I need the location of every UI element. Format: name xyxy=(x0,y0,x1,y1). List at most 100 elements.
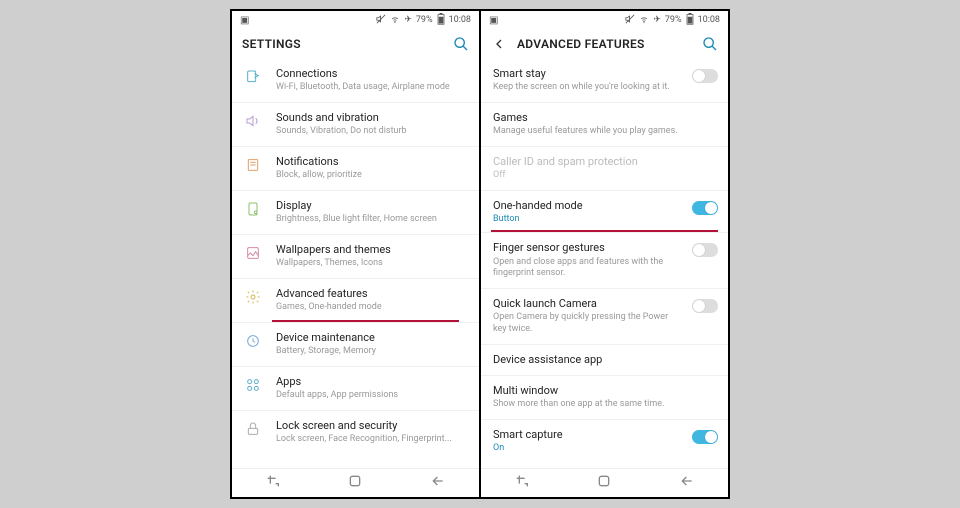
search-icon[interactable] xyxy=(453,36,469,52)
toggle-finger-sensor[interactable] xyxy=(692,243,718,257)
row-title: Smart stay xyxy=(493,67,676,81)
row-sub: Wallpapers, Themes, Icons xyxy=(276,258,469,270)
row-multi-window[interactable]: Multi window Show more than one app at t… xyxy=(481,376,728,420)
row-display[interactable]: Display Brightness, Blue light filter, H… xyxy=(232,191,479,235)
row-wallpapers[interactable]: Wallpapers and themes Wallpapers, Themes… xyxy=(232,235,479,279)
highlight-underline xyxy=(272,320,459,322)
advanced-list: Smart stay Keep the screen on while you'… xyxy=(481,59,728,468)
row-sub: Lock screen, Face Recognition, Fingerpri… xyxy=(276,434,469,446)
row-title: Multi window xyxy=(493,384,714,398)
airplane-icon: ✈ xyxy=(653,15,661,25)
nav-bar xyxy=(232,468,479,497)
header: SETTINGS xyxy=(232,29,479,59)
row-sub: Battery, Storage, Memory xyxy=(276,346,469,358)
connections-icon xyxy=(242,67,264,85)
row-sub: Sounds, Vibration, Do not disturb xyxy=(276,126,469,138)
row-value: Button xyxy=(493,214,676,224)
back-icon[interactable] xyxy=(491,36,507,52)
row-games[interactable]: Games Manage useful features while you p… xyxy=(481,103,728,147)
row-title: Finger sensor gestures xyxy=(493,241,676,255)
advanced-features-screen: ▣ ✈ 79% 10:08 ADVANCED FEATURES xyxy=(481,11,728,497)
wifi-icon xyxy=(390,14,400,27)
row-caller-id: Caller ID and spam protection Off xyxy=(481,147,728,191)
clock-text: 10:08 xyxy=(698,15,720,25)
status-bar: ▣ ✈ 79% 10:08 xyxy=(481,11,728,29)
row-title: Apps xyxy=(276,375,469,389)
row-connections[interactable]: Connections Wi-Fi, Bluetooth, Data usage… xyxy=(232,59,479,103)
row-title: Wallpapers and themes xyxy=(276,243,469,257)
row-apps[interactable]: Apps Default apps, App permissions xyxy=(232,367,479,411)
back-button[interactable] xyxy=(679,473,695,493)
page-title: ADVANCED FEATURES xyxy=(517,37,692,51)
row-sub: Default apps, App permissions xyxy=(276,390,469,402)
row-title: Quick launch Camera xyxy=(493,297,676,311)
recents-button[interactable] xyxy=(265,473,281,493)
row-title: Device assistance app xyxy=(493,353,714,367)
clock-text: 10:08 xyxy=(449,15,471,25)
header: ADVANCED FEATURES xyxy=(481,29,728,59)
apps-icon xyxy=(242,375,264,393)
maintenance-icon xyxy=(242,331,264,349)
home-button[interactable] xyxy=(347,473,363,493)
row-sub: Open Camera by quickly pressing the Powe… xyxy=(493,312,676,335)
row-sub: Block, allow, prioritize xyxy=(276,170,469,182)
row-sub: Brightness, Blue light filter, Home scre… xyxy=(276,214,469,226)
row-smart-stay[interactable]: Smart stay Keep the screen on while you'… xyxy=(481,59,728,103)
row-sub: Keep the screen on while you're looking … xyxy=(493,82,676,94)
search-icon[interactable] xyxy=(702,36,718,52)
row-title: Connections xyxy=(276,67,469,81)
row-smart-capture[interactable]: Smart capture On xyxy=(481,420,728,461)
row-device-assistance[interactable]: Device assistance app xyxy=(481,345,728,376)
row-title: Games xyxy=(493,111,714,125)
row-value: On xyxy=(493,443,676,453)
row-title: Smart capture xyxy=(493,428,676,442)
row-sub: Off xyxy=(493,170,714,182)
row-sub: Open and close apps and features with th… xyxy=(493,257,676,280)
row-title: Caller ID and spam protection xyxy=(493,155,714,169)
nav-bar xyxy=(481,468,728,497)
wallpaper-icon xyxy=(242,243,264,261)
row-advanced-features[interactable]: Advanced features Games, One-handed mode xyxy=(232,279,479,323)
row-title: Advanced features xyxy=(276,287,469,301)
status-bar: ▣ ✈ 79% 10:08 xyxy=(232,11,479,29)
row-sub: Manage useful features while you play ga… xyxy=(493,126,714,138)
recents-button[interactable] xyxy=(514,473,530,493)
display-icon xyxy=(242,199,264,217)
battery-icon xyxy=(437,13,445,28)
row-device-maintenance[interactable]: Device maintenance Battery, Storage, Mem… xyxy=(232,323,479,367)
home-button[interactable] xyxy=(596,473,612,493)
row-title: One-handed mode xyxy=(493,199,676,213)
screenshot-icon: ▣ xyxy=(489,15,498,26)
row-title: Lock screen and security xyxy=(276,419,469,433)
mute-icon xyxy=(625,14,635,27)
back-button[interactable] xyxy=(430,473,446,493)
toggle-smart-stay[interactable] xyxy=(692,69,718,83)
battery-text: 79% xyxy=(416,15,433,25)
lock-icon xyxy=(242,419,264,437)
row-sub: Wi-Fi, Bluetooth, Data usage, Airplane m… xyxy=(276,82,469,94)
row-notifications[interactable]: Notifications Block, allow, prioritize xyxy=(232,147,479,191)
advanced-icon xyxy=(242,287,264,305)
wifi-icon xyxy=(639,14,649,27)
toggle-one-handed[interactable] xyxy=(692,201,718,215)
toggle-quick-camera[interactable] xyxy=(692,299,718,313)
row-title: Notifications xyxy=(276,155,469,169)
row-sub: Show more than one app at the same time. xyxy=(493,399,714,411)
notifications-icon xyxy=(242,155,264,173)
mute-icon xyxy=(376,14,386,27)
row-title: Sounds and vibration xyxy=(276,111,469,125)
row-title: Display xyxy=(276,199,469,213)
toggle-smart-capture[interactable] xyxy=(692,430,718,444)
row-finger-sensor[interactable]: Finger sensor gestures Open and close ap… xyxy=(481,233,728,289)
row-sub: Games, One-handed mode xyxy=(276,302,469,314)
settings-list: Connections Wi-Fi, Bluetooth, Data usage… xyxy=(232,59,479,468)
battery-text: 79% xyxy=(665,15,682,25)
row-quick-launch-camera[interactable]: Quick launch Camera Open Camera by quick… xyxy=(481,289,728,345)
row-title: Device maintenance xyxy=(276,331,469,345)
row-one-handed-mode[interactable]: One-handed mode Button xyxy=(481,191,728,233)
airplane-icon: ✈ xyxy=(404,15,412,25)
row-sounds[interactable]: Sounds and vibration Sounds, Vibration, … xyxy=(232,103,479,147)
highlight-underline xyxy=(491,230,718,232)
battery-icon xyxy=(686,13,694,28)
row-lock-screen[interactable]: Lock screen and security Lock screen, Fa… xyxy=(232,411,479,454)
